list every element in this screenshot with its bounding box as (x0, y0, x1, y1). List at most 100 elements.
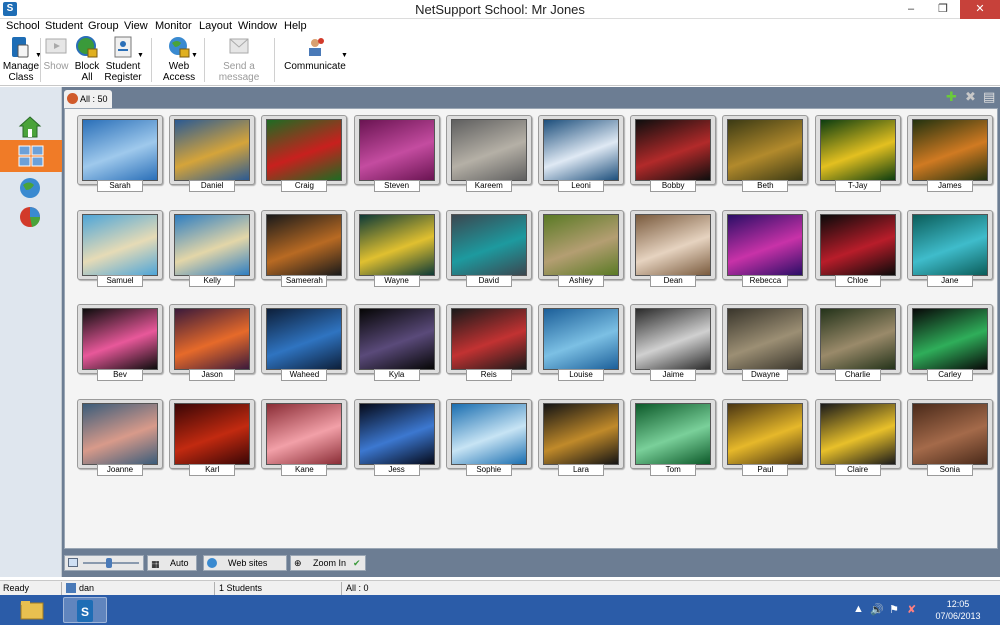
thumbnail-frame (814, 209, 901, 280)
maximize-button[interactable]: ❐ (930, 0, 956, 19)
student-screen-preview (727, 402, 804, 465)
zoom-slider[interactable] (64, 555, 144, 571)
student-thumbnail[interactable]: T-Jay (814, 115, 901, 192)
main-panel: All : 50 ✚ ✖ ▤ Sarah Daniel Craig Steven Kar… (62, 87, 1000, 577)
student-thumbnail[interactable]: Reis (445, 304, 532, 381)
student-thumbnail[interactable]: Kareem (445, 115, 532, 192)
minimize-button[interactable]: – (898, 0, 924, 19)
web-access-dropdown-icon[interactable]: ▼ (191, 52, 198, 59)
web-sites-button[interactable]: Web sites (203, 555, 287, 571)
student-thumbnail[interactable]: Jaime (630, 304, 717, 381)
slider-thumb[interactable] (106, 558, 112, 568)
student-thumbnail[interactable]: Kelly (169, 209, 256, 287)
nav-thumbnail-view[interactable] (0, 140, 62, 172)
show-button[interactable]: Show (42, 34, 70, 86)
student-thumbnail[interactable]: Jane (906, 209, 993, 287)
volume-icon[interactable]: 🔊 (870, 603, 884, 616)
tab-strip: All : 50 ✚ ✖ ▤ (62, 87, 1000, 108)
student-thumbnail[interactable]: Sarah (77, 115, 163, 192)
delete-icon[interactable]: ✖ (965, 90, 976, 104)
student-screen-preview (82, 402, 158, 465)
menu-monitor[interactable]: Monitor (155, 19, 192, 33)
student-thumbnail[interactable]: Beth (722, 115, 809, 192)
student-thumbnail[interactable]: Samuel (77, 209, 163, 287)
student-thumbnail[interactable]: Bev (77, 304, 163, 381)
properties-icon[interactable]: ▤ (983, 90, 995, 104)
student-thumbnail[interactable]: Louise (538, 304, 624, 381)
student-register-dropdown-icon[interactable]: ▼ (137, 52, 144, 59)
student-thumbnail[interactable]: Dean (630, 209, 717, 287)
menu-student[interactable]: Student (45, 19, 83, 33)
web-access-button[interactable]: Web Access (160, 34, 198, 86)
student-thumbnail[interactable]: Sameerah (261, 209, 348, 287)
student-thumbnail[interactable]: Sonia (906, 398, 993, 476)
student-thumbnail[interactable]: Kane (261, 398, 348, 476)
menu-help[interactable]: Help (284, 19, 307, 33)
menu-view[interactable]: View (124, 19, 148, 33)
student-screen-preview (174, 308, 251, 370)
show-hidden-icons-icon[interactable]: ▲ (853, 603, 864, 615)
student-thumbnail[interactable]: Sophie (445, 398, 532, 476)
netsupport-taskbar-button[interactable]: S (63, 597, 107, 623)
student-thumbnail[interactable]: Paul (722, 398, 809, 476)
add-icon[interactable]: ✚ (946, 90, 957, 104)
close-button[interactable]: ✕ (960, 0, 1000, 19)
student-thumbnail[interactable]: Claire (814, 398, 901, 476)
student-thumbnail[interactable]: Jason (169, 304, 256, 381)
thumbnail-frame (630, 115, 717, 185)
student-thumbnail[interactable]: Jess (353, 398, 440, 476)
student-thumbnail[interactable]: Chloe (814, 209, 901, 287)
student-thumbnail[interactable]: Craig (261, 115, 348, 192)
thumbnail-frame (538, 398, 624, 469)
communicate-button[interactable]: Communicate (284, 34, 346, 86)
menu-layout[interactable]: Layout (199, 19, 232, 33)
student-screen-preview (911, 402, 988, 465)
student-thumbnail[interactable]: David (445, 209, 532, 287)
student-thumbnail[interactable]: James (906, 115, 993, 192)
student-thumbnail[interactable]: Lara (538, 398, 624, 476)
student-thumbnail[interactable]: Waheed (261, 304, 348, 381)
student-thumbnail[interactable]: Tom (630, 398, 717, 476)
thumbnail-frame (722, 304, 809, 374)
student-thumbnail[interactable]: Daniel (169, 115, 256, 192)
student-screen-preview (543, 308, 619, 370)
student-thumbnail[interactable]: Joanne (77, 398, 163, 476)
student-thumbnail[interactable]: Wayne (353, 209, 440, 287)
file-explorer-taskbar-button[interactable] (10, 597, 54, 623)
student-thumbnail[interactable]: Carley (906, 304, 993, 381)
manage-class-label-2: Class (8, 72, 34, 83)
block-all-button[interactable]: Block All (72, 34, 102, 86)
student-thumbnail[interactable]: Karl (169, 398, 256, 476)
status-ready: Ready (3, 583, 30, 593)
flag-icon[interactable]: ⚑ (889, 603, 899, 616)
message-icon (229, 38, 249, 54)
student-thumbnail[interactable]: Steven (353, 115, 440, 192)
auto-button[interactable]: ▦ Auto (147, 555, 197, 571)
student-thumbnail[interactable]: Dwayne (722, 304, 809, 381)
zoom-in-button[interactable]: ⊕ Zoom In ✔ (290, 555, 366, 571)
student-name-label: Joanne (97, 463, 143, 476)
student-thumbnail[interactable]: Bobby (630, 115, 717, 192)
student-thumbnail[interactable]: Leoni (538, 115, 624, 192)
network-icon[interactable]: ✘ (907, 603, 916, 616)
student-thumbnail[interactable]: Charlie (814, 304, 901, 381)
thumbnail-frame (169, 398, 256, 469)
manage-class-button[interactable]: Manage Class (2, 34, 40, 86)
auto-label: Auto (170, 558, 189, 568)
web-access-label-1: Web (168, 61, 190, 72)
student-thumbnail[interactable]: Ashley (538, 209, 624, 287)
nav-web[interactable] (0, 172, 62, 204)
send-message-button[interactable]: Send a message (218, 34, 260, 86)
student-thumbnail[interactable]: Kyla (353, 304, 440, 381)
communicate-dropdown-icon[interactable]: ▼ (341, 52, 348, 59)
nav-reports[interactable] (0, 201, 62, 233)
student-screen-preview (358, 213, 435, 276)
menu-group[interactable]: Group (88, 19, 119, 33)
menu-window[interactable]: Window (238, 19, 277, 33)
tab-all[interactable]: All : 50 (64, 90, 112, 108)
student-register-button[interactable]: Student Register (104, 34, 142, 86)
menu-school[interactable]: School (6, 19, 40, 33)
nav-home[interactable] (0, 111, 62, 143)
student-thumbnail[interactable]: Rebecca (722, 209, 809, 287)
clock[interactable]: 12:05 07/06/2013 (928, 598, 988, 622)
